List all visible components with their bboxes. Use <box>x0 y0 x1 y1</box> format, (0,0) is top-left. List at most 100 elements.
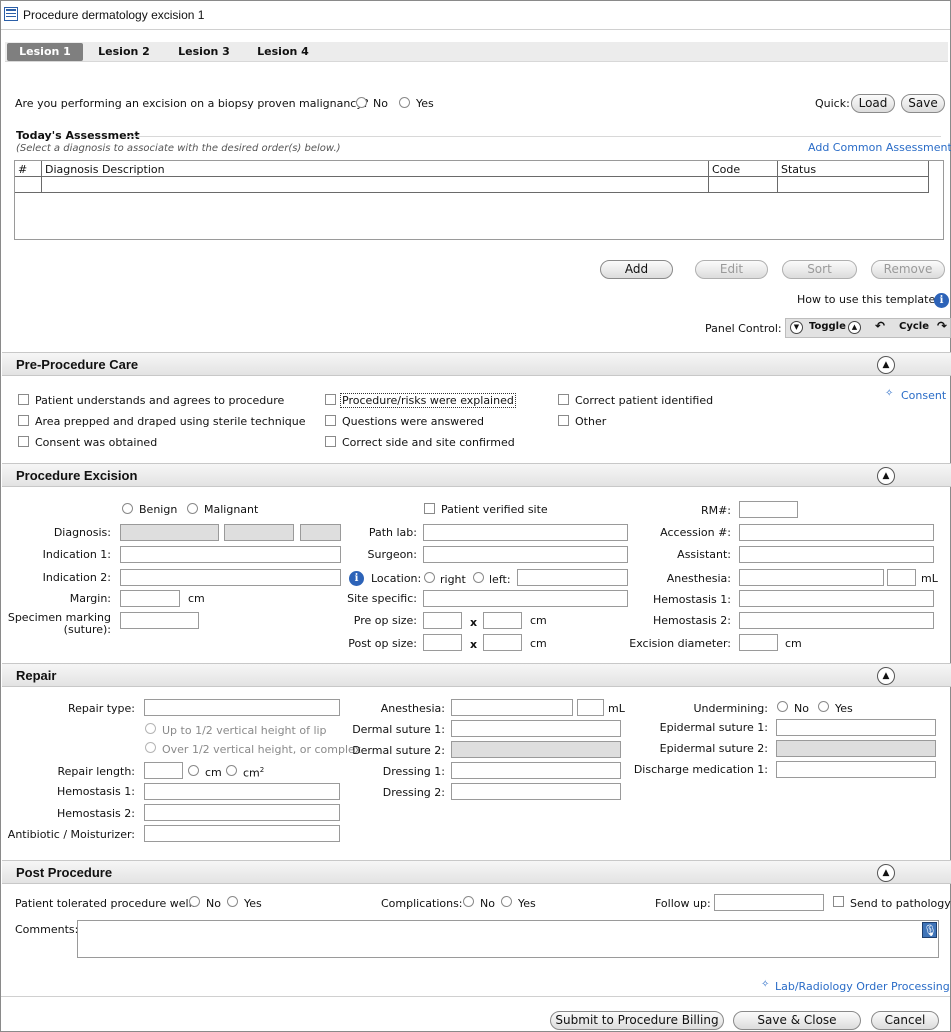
table-row[interactable] <box>15 177 929 193</box>
dermal-suture-1-field[interactable] <box>451 720 621 737</box>
col-header-diagnosis[interactable]: Diagnosis Description <box>45 163 165 176</box>
send-to-pathology-checkbox[interactable] <box>833 896 844 907</box>
quick-load-button[interactable]: Load <box>851 94 895 113</box>
redo-icon[interactable]: ↷ <box>937 319 947 333</box>
site-specific-field[interactable] <box>423 590 628 607</box>
benign-radio[interactable] <box>122 503 133 514</box>
understands-checkbox[interactable] <box>18 394 29 405</box>
dressing-2-field[interactable] <box>451 783 621 800</box>
excision-hemostasis-2-field[interactable] <box>739 612 934 629</box>
malignant-radio[interactable] <box>187 503 198 514</box>
lab-expand-icon[interactable]: ✧ <box>761 979 769 990</box>
excision-anesthesia-field[interactable] <box>739 569 884 586</box>
tab-lesion-1[interactable]: Lesion 1 <box>7 43 83 61</box>
collapse-icon[interactable]: ▲ <box>877 467 895 485</box>
side-confirmed-checkbox[interactable] <box>325 436 336 447</box>
follow-up-field[interactable] <box>714 894 824 911</box>
complications-yes-radio[interactable] <box>501 896 512 907</box>
consent-expand-icon[interactable]: ✧ <box>885 388 893 399</box>
path-lab-field[interactable] <box>423 524 628 541</box>
discharge-medication-field[interactable] <box>776 761 936 778</box>
malignancy-yes-radio[interactable] <box>399 97 410 108</box>
malignancy-no-radio[interactable] <box>356 97 367 108</box>
repair-type-field[interactable] <box>144 699 340 716</box>
how-to-link[interactable]: How to use this template <box>797 293 935 306</box>
remove-button[interactable]: Remove <box>871 260 945 279</box>
repair-cm-radio[interactable] <box>188 765 199 776</box>
excision-anesthesia-ml-field[interactable] <box>887 569 916 586</box>
location-left-radio[interactable] <box>473 572 484 583</box>
other-checkbox[interactable] <box>558 415 569 426</box>
risks-explained-checkbox[interactable] <box>325 394 336 405</box>
diagnosis-field-3[interactable] <box>300 524 341 541</box>
repair-length-field[interactable] <box>144 762 183 779</box>
prepped-checkbox[interactable] <box>18 415 29 426</box>
pre-op-size-field-1[interactable] <box>423 612 462 629</box>
repair-up-radio[interactable] <box>145 723 156 734</box>
post-op-size-field-2[interactable] <box>483 634 522 651</box>
collapse-icon[interactable]: ▲ <box>877 667 895 685</box>
edit-button[interactable]: Edit <box>695 260 768 279</box>
save-close-button[interactable]: Save & Close <box>733 1011 861 1030</box>
pre-op-size-field-2[interactable] <box>483 612 522 629</box>
excision-hemostasis-1-field[interactable] <box>739 590 934 607</box>
location-info-icon[interactable]: i <box>349 571 364 586</box>
dermal-suture-2-field[interactable] <box>451 741 621 758</box>
toggle-button[interactable]: Toggle <box>809 321 846 332</box>
collapse-icon[interactable]: ▲ <box>877 356 895 374</box>
margin-field[interactable] <box>120 590 180 607</box>
col-header-number[interactable]: # <box>18 163 27 176</box>
tab-lesion-3[interactable]: Lesion 3 <box>173 43 235 61</box>
collapse-icon[interactable]: ▲ <box>877 864 895 882</box>
diagnosis-field-1[interactable] <box>120 524 219 541</box>
undo-icon[interactable]: ↶ <box>875 319 885 333</box>
location-left-field[interactable] <box>517 569 628 586</box>
questions-answered-checkbox[interactable] <box>325 415 336 426</box>
add-common-assessment-link[interactable]: Add Common Assessment <box>808 141 951 154</box>
assistant-field[interactable] <box>739 546 934 563</box>
repair-hemostasis-2-field[interactable] <box>144 804 340 821</box>
dressing-1-field[interactable] <box>451 762 621 779</box>
specimen-marking-field[interactable] <box>120 612 199 629</box>
tolerated-no-radio[interactable] <box>189 896 200 907</box>
epidermal-suture-1-field[interactable] <box>776 719 936 736</box>
consent-link[interactable]: Consent <box>901 389 946 402</box>
repair-hemostasis-1-field[interactable] <box>144 783 340 800</box>
submit-billing-button[interactable]: Submit to Procedure Billing <box>550 1011 724 1030</box>
sort-button[interactable]: Sort <box>782 260 857 279</box>
tab-lesion-4[interactable]: Lesion 4 <box>252 43 314 61</box>
post-procedure-header[interactable]: Post Procedure ▲ <box>2 860 951 884</box>
repair-cm2-radio[interactable] <box>226 765 237 776</box>
complications-no-radio[interactable] <box>463 896 474 907</box>
col-header-status[interactable]: Status <box>781 163 816 176</box>
tab-lesion-2[interactable]: Lesion 2 <box>93 43 155 61</box>
expand-all-icon[interactable]: ▼ <box>790 321 803 334</box>
collapse-all-icon[interactable]: ▲ <box>848 321 861 334</box>
epidermal-suture-2-field[interactable] <box>776 740 936 757</box>
lab-radiology-link[interactable]: Lab/Radiology Order Processing <box>775 980 950 993</box>
accession-field[interactable] <box>739 524 934 541</box>
consent-obtained-checkbox[interactable] <box>18 436 29 447</box>
excision-diameter-field[interactable] <box>739 634 778 651</box>
repair-anesthesia-ml-field[interactable] <box>577 699 604 716</box>
antibiotic-field[interactable] <box>144 825 340 842</box>
pre-procedure-header[interactable]: Pre-Procedure Care ▲ <box>2 352 951 376</box>
repair-anesthesia-field[interactable] <box>451 699 573 716</box>
cancel-button[interactable]: Cancel <box>871 1011 939 1030</box>
microphone-icon[interactable]: 🎙 <box>922 922 937 938</box>
undermining-yes-radio[interactable] <box>818 701 829 712</box>
add-button[interactable]: Add <box>600 260 673 279</box>
excision-header[interactable]: Procedure Excision ▲ <box>2 463 951 487</box>
repair-header[interactable]: Repair ▲ <box>2 663 951 687</box>
patient-identified-checkbox[interactable] <box>558 394 569 405</box>
patient-verified-checkbox[interactable] <box>424 503 435 514</box>
quick-save-button[interactable]: Save <box>901 94 945 113</box>
surgeon-field[interactable] <box>423 546 628 563</box>
indication-1-field[interactable] <box>120 546 341 563</box>
location-right-radio[interactable] <box>424 572 435 583</box>
undermining-no-radio[interactable] <box>777 701 788 712</box>
repair-over-radio[interactable] <box>145 742 156 753</box>
post-op-size-field-1[interactable] <box>423 634 462 651</box>
tolerated-yes-radio[interactable] <box>227 896 238 907</box>
comments-field[interactable] <box>77 920 939 958</box>
